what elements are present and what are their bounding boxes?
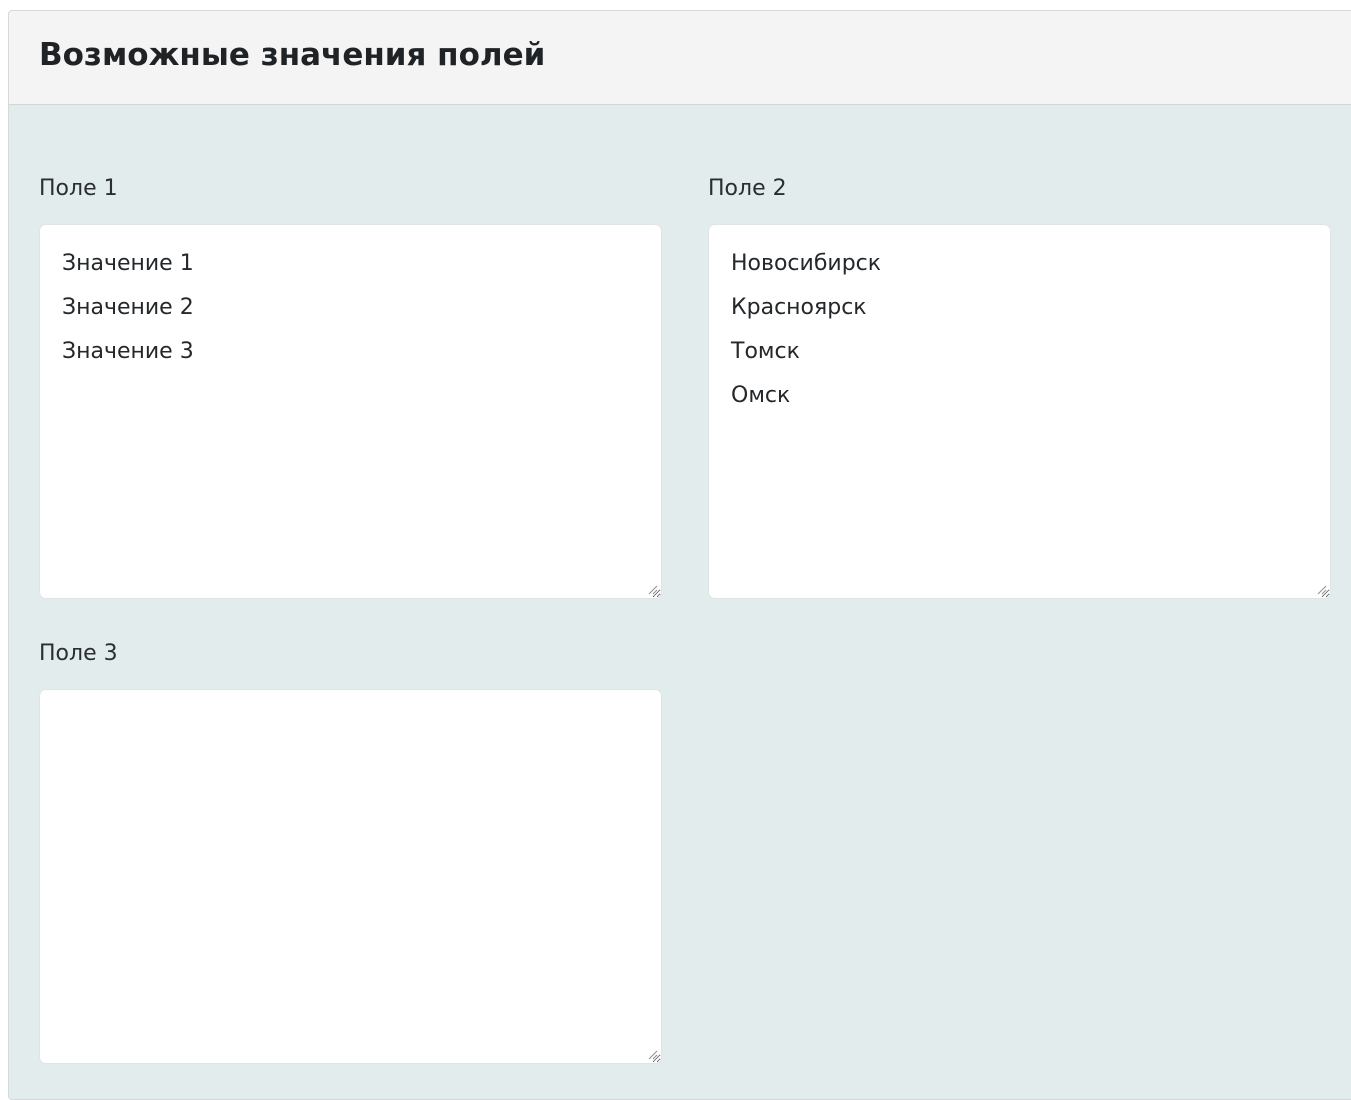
panel-header: Возможные значения полей [9,11,1351,105]
field-2-label: Поле 2 [708,176,787,201]
field-3-label: Поле 3 [39,641,118,666]
field-2-textarea-container [708,224,1331,599]
field-1-textarea[interactable] [40,225,661,598]
field-3-textarea[interactable] [40,690,661,1063]
field-3-group: Поле 3 [39,641,662,1064]
field-3-textarea-container [39,689,662,1064]
resize-grip-icon[interactable] [1316,584,1327,595]
field-1-textarea-container [39,224,662,599]
field-2-textarea[interactable] [709,225,1330,598]
resize-grip-icon[interactable] [647,584,658,595]
values-panel: Возможные значения полей Поле 1 Поле 2 П… [8,10,1351,1100]
field-2-group: Поле 2 [708,176,1331,599]
field-1-group: Поле 1 [39,176,662,599]
field-1-label: Поле 1 [39,176,118,201]
panel-title: Возможные значения полей [39,37,546,73]
resize-grip-icon[interactable] [647,1049,658,1060]
